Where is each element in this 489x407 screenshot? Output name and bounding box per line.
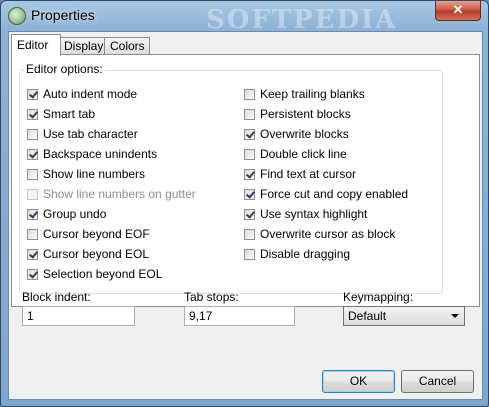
checkbox-overwrite-blocks[interactable]: Overwrite blocks [244, 126, 349, 142]
checkbox-label: Use tab character [43, 127, 138, 141]
checkbox-label: Backspace unindents [43, 147, 158, 161]
checkbox-label: Disable dragging [260, 247, 351, 261]
checkmark-icon [244, 168, 255, 180]
group-label: Editor options: [24, 62, 105, 76]
checkbox-label: Keep trailing blanks [260, 87, 365, 101]
dialog-client: Editor Display Colors Editor options: Au… [8, 31, 483, 400]
checkbox-show-line-numbers-on-gutter: Show line numbers on gutter [27, 186, 196, 202]
checkbox-smart-tab[interactable]: Smart tab [27, 106, 95, 122]
close-button[interactable]: ✕ [435, 1, 481, 21]
editor-tab-panel: Editor options: Auto indent mode Smart ta… [11, 54, 480, 326]
checkbox-label: Smart tab [43, 107, 96, 121]
checkmark-icon [244, 188, 255, 200]
checkbox-cursor-beyond-eol[interactable]: Cursor beyond EOL [27, 246, 149, 262]
checkbox-box [27, 168, 38, 180]
block-indent-input[interactable]: 1 [22, 306, 135, 326]
checkmark-icon [27, 268, 38, 280]
checkbox-box [244, 108, 255, 120]
checkbox-force-cut-and-copy-enabled[interactable]: Force cut and copy enabled [244, 186, 408, 202]
title-bar[interactable]: SOFTPEDIA Properties ✕ [1, 1, 488, 35]
checkmark-icon [27, 208, 38, 220]
checkbox-disable-dragging[interactable]: Disable dragging [244, 246, 350, 262]
checkmark-icon [27, 108, 38, 120]
checkbox-label: Show line numbers on gutter [43, 187, 196, 201]
window-title: Properties [31, 7, 95, 23]
close-icon: ✕ [452, 2, 464, 17]
checkbox-label: Use syntax highlight [260, 207, 368, 221]
checkbox-use-syntax-highlight[interactable]: Use syntax highlight [244, 206, 367, 222]
checkbox-box [244, 88, 255, 100]
checkmark-icon [27, 148, 38, 160]
editor-options-group: Editor options: Auto indent mode Smart ta… [19, 62, 443, 294]
checkbox-box [27, 188, 38, 200]
checkbox-label: Auto indent mode [43, 87, 138, 101]
properties-window: SOFTPEDIA Properties ✕ Editor Display Co… [0, 0, 489, 407]
checkmark-icon [244, 128, 255, 140]
checkbox-keep-trailing-blanks[interactable]: Keep trailing blanks [244, 86, 365, 102]
chevron-down-icon [451, 314, 459, 318]
checkbox-label: Cursor beyond EOL [43, 247, 150, 261]
checkbox-label: Find text at cursor [260, 167, 357, 181]
keymapping-label: Keymapping: [343, 290, 414, 304]
checkmark-icon [244, 208, 255, 220]
checkbox-label: Overwrite blocks [260, 127, 349, 141]
checkbox-box [27, 128, 38, 140]
cancel-button[interactable]: Cancel [401, 370, 474, 393]
block-indent-label: Block indent: [22, 290, 91, 304]
checkbox-label: Selection beyond EOL [43, 267, 163, 281]
keymapping-select[interactable]: Default [343, 306, 465, 326]
tab-display[interactable]: Display [58, 37, 106, 55]
checkbox-box [244, 228, 255, 240]
checkbox-label: Double click line [260, 147, 347, 161]
checkbox-show-line-numbers[interactable]: Show line numbers [27, 166, 145, 182]
checkmark-icon [27, 88, 38, 100]
checkbox-selection-beyond-eol[interactable]: Selection beyond EOL [27, 266, 162, 282]
checkbox-box [244, 248, 255, 260]
checkbox-double-click-line[interactable]: Double click line [244, 146, 347, 162]
checkbox-persistent-blocks[interactable]: Persistent blocks [244, 106, 351, 122]
tab-editor[interactable]: Editor [11, 34, 61, 56]
app-icon [8, 7, 26, 25]
checkbox-auto-indent-mode[interactable]: Auto indent mode [27, 86, 137, 102]
tab-stops-input[interactable]: 9,17 [184, 306, 295, 326]
checkbox-cursor-beyond-eof[interactable]: Cursor beyond EOF [27, 226, 150, 242]
checkbox-overwrite-cursor-as-block[interactable]: Overwrite cursor as block [244, 226, 395, 242]
checkbox-backspace-unindents[interactable]: Backspace unindents [27, 146, 157, 162]
checkbox-find-text-at-cursor[interactable]: Find text at cursor [244, 166, 356, 182]
checkbox-group-undo[interactable]: Group undo [27, 206, 106, 222]
checkbox-label: Group undo [43, 207, 107, 221]
checkbox-label: Overwrite cursor as block [260, 227, 396, 241]
checkbox-label: Show line numbers [43, 167, 146, 181]
checkbox-label: Force cut and copy enabled [260, 187, 409, 201]
checkbox-box [244, 148, 255, 160]
tab-stops-label: Tab stops: [184, 290, 239, 304]
ok-button[interactable]: OK [322, 370, 395, 393]
keymapping-value: Default [348, 309, 387, 323]
checkbox-label: Persistent blocks [260, 107, 351, 121]
tab-colors[interactable]: Colors [104, 37, 150, 55]
checkbox-use-tab-character[interactable]: Use tab character [27, 126, 138, 142]
checkbox-label: Cursor beyond EOF [43, 227, 150, 241]
checkmark-icon [27, 248, 38, 260]
checkbox-box [27, 228, 38, 240]
